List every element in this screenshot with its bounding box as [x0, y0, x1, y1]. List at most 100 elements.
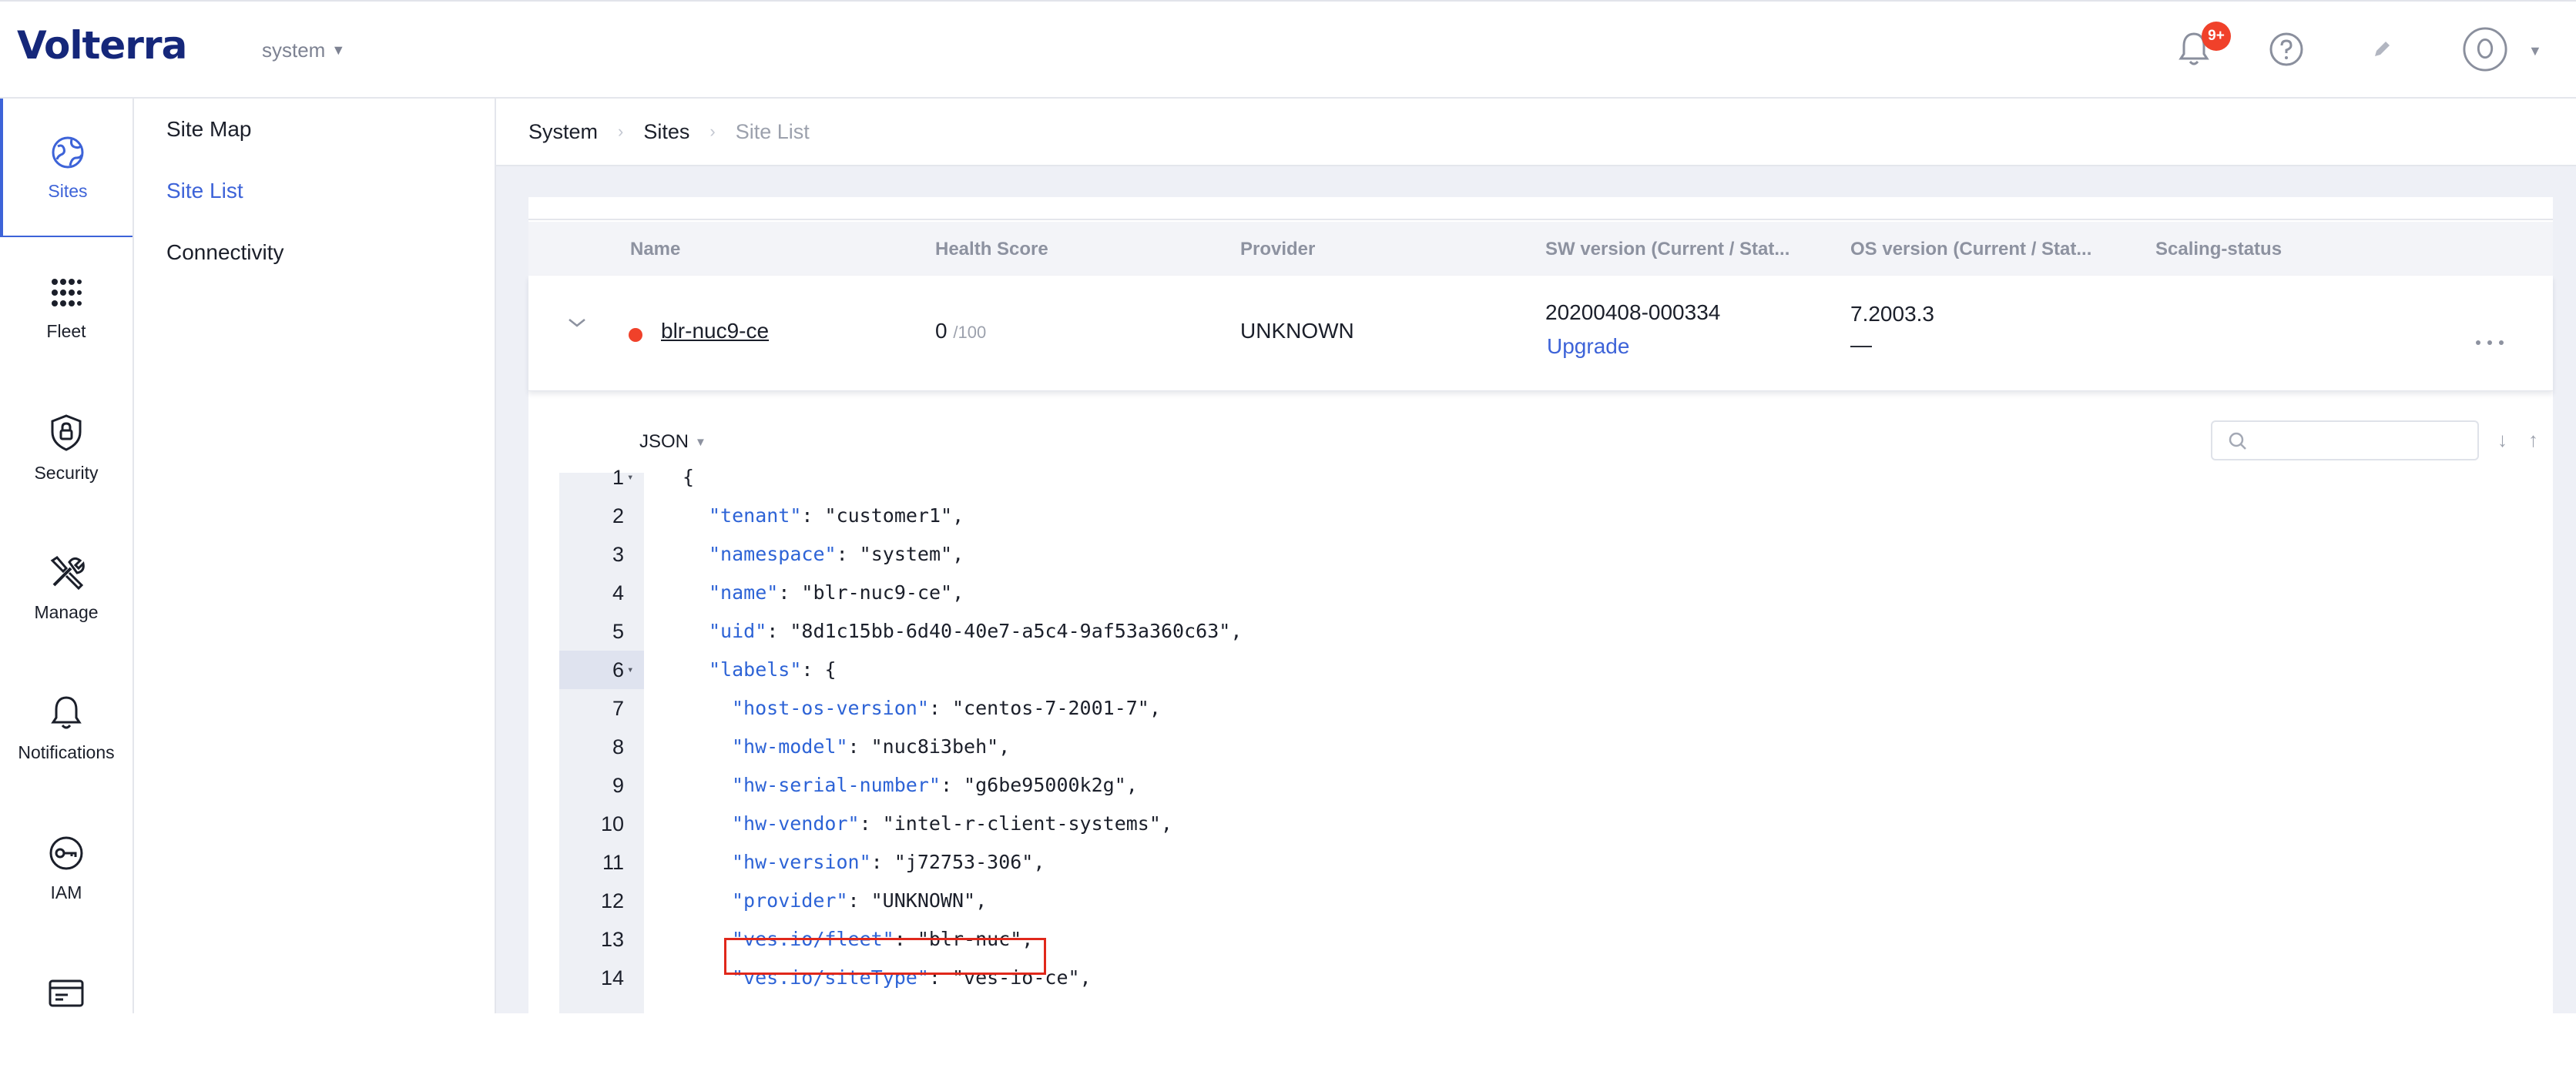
- json-search-box[interactable]: [2211, 420, 2479, 460]
- user-menu-button[interactable]: [2462, 26, 2508, 72]
- code-text: "tenant": "customer1",: [709, 497, 964, 535]
- code-line[interactable]: 1 ▾ {: [559, 458, 2100, 497]
- subnav-item-site-map[interactable]: Site Map: [166, 117, 252, 142]
- json-key: "hw-vendor": [732, 812, 860, 835]
- shield-lock-icon: [51, 413, 82, 451]
- line-number: 13: [600, 928, 624, 951]
- rail-item-notifications[interactable]: Notifications: [0, 659, 132, 798]
- column-header-name[interactable]: Name: [630, 239, 680, 260]
- rail-item-label: Manage: [34, 601, 99, 622]
- rail-item-fleet[interactable]: Fleet: [0, 239, 132, 377]
- caret-down-icon[interactable]: ▼: [2528, 43, 2542, 59]
- namespace-selector-label: system: [262, 38, 326, 62]
- search-prev-button[interactable]: ↑: [2528, 428, 2538, 452]
- edit-button[interactable]: [2359, 26, 2405, 72]
- provider-cell: UNKNOWN: [1240, 319, 1354, 343]
- notification-count-badge: 9+: [2202, 22, 2231, 51]
- code-line[interactable]: 4 "name": "blr-nuc9-ce",: [559, 574, 2100, 612]
- json-value: : "8d1c15bb-6d40-40e7-a5c4-9af53a360c63"…: [766, 620, 1243, 642]
- help-circle-icon: [2269, 32, 2303, 66]
- fleet-icon: [52, 278, 82, 306]
- subnav-item-connectivity[interactable]: Connectivity: [166, 240, 284, 265]
- chevron-down-icon: [569, 319, 585, 327]
- chevron-right-icon: ›: [618, 122, 624, 141]
- json-value: : "system",: [836, 543, 964, 565]
- rail-item-label: Fleet: [46, 320, 86, 341]
- volterra-logo[interactable]: Volterra: [17, 23, 187, 68]
- code-line[interactable]: 11 "hw-version": "j72753-306",: [559, 843, 2100, 882]
- row-collapse-toggle[interactable]: [567, 311, 587, 336]
- code-line[interactable]: 12 "provider": "UNKNOWN",: [559, 882, 2100, 920]
- line-number: 10: [600, 812, 624, 835]
- column-header-sw-version[interactable]: SW version (Current / Stat...: [1545, 239, 1789, 260]
- breadcrumb-system[interactable]: System: [528, 120, 598, 144]
- column-header-os-version[interactable]: OS version (Current / Stat...: [1850, 239, 2091, 260]
- search-next-button[interactable]: ↓: [2497, 428, 2507, 452]
- code-text: "provider": "UNKNOWN",: [732, 882, 987, 920]
- json-value: : "intel-r-client-systems",: [859, 812, 1172, 835]
- fold-toggle-icon[interactable]: ▾: [627, 651, 633, 689]
- panel-top-strip: [528, 197, 2553, 220]
- breadcrumb-sites[interactable]: Sites: [643, 120, 689, 144]
- sw-version-current: 20200408-000334: [1545, 300, 1721, 324]
- more-horizontal-icon: [2476, 340, 2504, 345]
- line-number: 7: [612, 697, 624, 720]
- help-button[interactable]: [2263, 26, 2309, 72]
- json-search-input[interactable]: [2256, 428, 2471, 454]
- code-line[interactable]: 3 "namespace": "system",: [559, 535, 2100, 574]
- column-header-health-score[interactable]: Health Score: [935, 239, 1048, 260]
- namespace-selector[interactable]: system ▼: [262, 38, 345, 62]
- breadcrumb: System › Sites › Site List: [496, 99, 2576, 166]
- health-score-value: 0: [935, 319, 948, 343]
- health-score-cell: 0 /100: [935, 319, 986, 343]
- table-row[interactable]: blr-nuc9-ce 0 /100 UNKNOWN 20200408-0003…: [528, 276, 2553, 391]
- json-value: : "nuc8i3beh",: [847, 735, 1011, 758]
- rail-item-billing[interactable]: [0, 939, 132, 1078]
- column-header-scaling-status[interactable]: Scaling-status: [2155, 239, 2282, 260]
- code-line[interactable]: 6 ▾ "labels": {: [559, 651, 2100, 689]
- line-number: 11: [602, 851, 624, 874]
- json-key: "labels": [709, 658, 802, 681]
- top-bar: Volterra system ▼ 9+ ▼: [0, 0, 2576, 99]
- json-value: : "g6be95000k2g",: [940, 774, 1138, 796]
- health-score-max: /100: [953, 323, 987, 342]
- json-value: {: [683, 466, 695, 488]
- rail-item-manage[interactable]: Manage: [0, 519, 132, 658]
- os-version-current: 7.2003.3: [1850, 302, 1934, 326]
- rail-item-sites[interactable]: Sites: [0, 99, 132, 237]
- column-header-provider[interactable]: Provider: [1240, 239, 1315, 260]
- code-text: "name": "blr-nuc9-ce",: [709, 574, 964, 612]
- json-key: "namespace": [709, 543, 837, 565]
- code-line[interactable]: 7 "host-os-version": "centos-7-2001-7",: [559, 689, 2100, 728]
- code-line[interactable]: 5 "uid": "8d1c15bb-6d40-40e7-a5c4-9af53a3…: [559, 612, 2100, 651]
- code-text: "uid": "8d1c15bb-6d40-40e7-a5c4-9af53a36…: [709, 612, 1242, 651]
- row-more-menu-button[interactable]: [2474, 323, 2505, 353]
- json-key: "hw-model": [732, 735, 848, 758]
- code-text: "hw-vendor": "intel-r-client-systems",: [732, 805, 1172, 843]
- json-key: "hw-version": [732, 851, 871, 873]
- rail-item-iam[interactable]: IAM: [0, 799, 132, 938]
- fold-toggle-icon[interactable]: ▾: [627, 458, 633, 497]
- code-line[interactable]: 9 "hw-serial-number": "g6be95000k2g",: [559, 766, 2100, 805]
- code-text: "host-os-version": "centos-7-2001-7",: [732, 689, 1161, 728]
- line-number: 8: [612, 735, 624, 758]
- json-value: : "centos-7-2001-7",: [928, 697, 1161, 719]
- json-value: : "customer1",: [801, 504, 964, 527]
- json-key: "hw-serial-number": [732, 774, 941, 796]
- line-number: 1: [612, 466, 624, 489]
- rail-item-label: Security: [34, 462, 99, 483]
- upgrade-link[interactable]: Upgrade: [1547, 334, 1629, 359]
- code-line[interactable]: 10 "hw-vendor": "intel-r-client-systems",: [559, 805, 2100, 843]
- line-number: 6: [612, 658, 624, 681]
- chevron-right-icon: ›: [709, 122, 716, 141]
- line-number: 9: [612, 774, 624, 797]
- format-selector[interactable]: JSON ▼: [639, 431, 706, 453]
- subnav-item-site-list[interactable]: Site List: [166, 179, 243, 203]
- rail-item-security[interactable]: Security: [0, 379, 132, 517]
- code-line[interactable]: 2 "tenant": "customer1",: [559, 497, 2100, 535]
- site-name-link[interactable]: blr-nuc9-ce: [661, 319, 769, 343]
- code-line[interactable]: 8 "hw-model": "nuc8i3beh",: [559, 728, 2100, 766]
- annotation-highlight-box: [724, 938, 1046, 975]
- json-value: : "UNKNOWN",: [847, 889, 988, 912]
- globe-icon: [52, 136, 84, 168]
